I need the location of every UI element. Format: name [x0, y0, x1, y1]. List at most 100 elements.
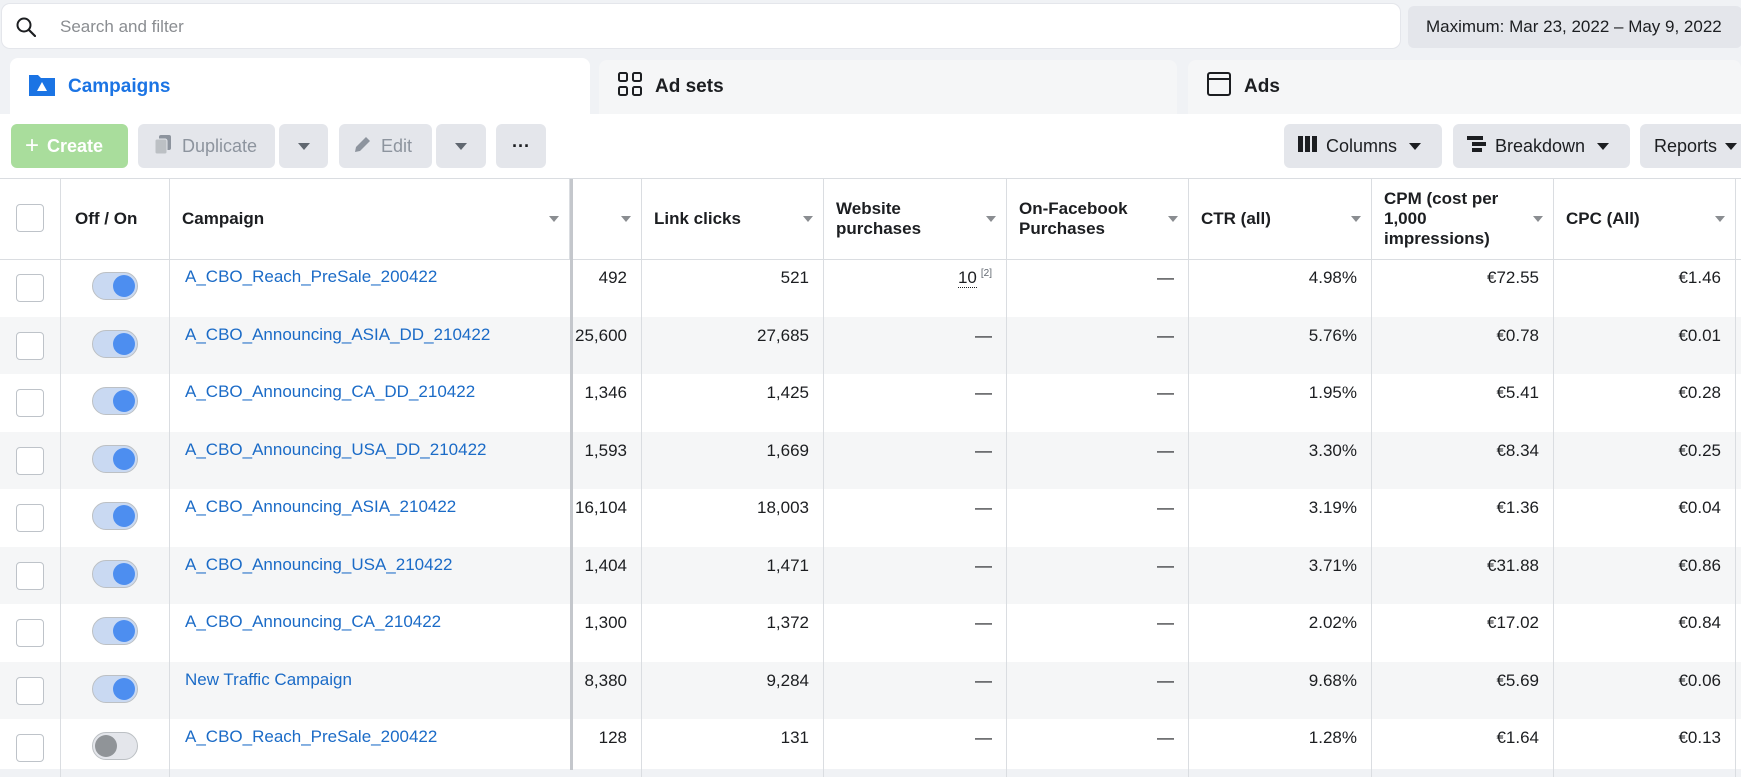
campaign-toggle[interactable]: [92, 674, 138, 703]
cell-website-purchases: —: [824, 604, 1007, 662]
breakdown-button[interactable]: Breakdown: [1453, 124, 1630, 168]
campaign-name-link[interactable]: A_CBO_Announcing_ASIA_210422: [185, 497, 456, 517]
more-options-button[interactable]: ···: [496, 124, 546, 168]
row-checkbox[interactable]: [16, 446, 44, 475]
sort-caret-icon[interactable]: [986, 216, 996, 222]
row-checkbox[interactable]: [16, 331, 44, 360]
table-row[interactable]: A_CBO_Announcing_ASIA_210422 16,104 18,003…: [0, 489, 1741, 547]
cell-fb-purchases: —: [1007, 604, 1189, 662]
cell-value: €0.13: [1678, 728, 1721, 747]
search-input[interactable]: [58, 4, 1362, 50]
cell-value: 1,372: [766, 613, 809, 632]
sort-caret-icon[interactable]: [1351, 216, 1361, 222]
table-row[interactable]: A_CBO_Reach_PreSale_200422 128 131 — — 1.28% €…: [0, 719, 1741, 777]
cell-value: €5.69: [1496, 670, 1539, 690]
campaign-toggle[interactable]: [92, 329, 138, 358]
campaign-toggle[interactable]: [92, 272, 138, 300]
cell-value: —: [975, 728, 992, 747]
tab-ads[interactable]: Ads: [1188, 60, 1741, 114]
cell-cpm: €1.36: [1372, 489, 1554, 547]
select-cell: [0, 661, 61, 719]
cell-value: 3.71%: [1308, 555, 1357, 575]
edit-dropdown-button[interactable]: [436, 124, 486, 168]
search-icon[interactable]: [16, 17, 37, 38]
duplicate-button[interactable]: Duplicate: [138, 124, 275, 168]
more-icon: ···: [512, 135, 530, 156]
select-all-checkbox[interactable]: [16, 204, 44, 232]
table-row[interactable]: A_CBO_Announcing_CA_210422 1,300 1,372 — — 2.…: [0, 604, 1741, 662]
campaign-toggle[interactable]: [92, 732, 138, 760]
duplicate-dropdown-button[interactable]: [279, 124, 328, 168]
footnote-marker[interactable]: [2]: [981, 268, 992, 279]
sort-caret-icon[interactable]: [1715, 216, 1725, 222]
header-cpc[interactable]: CPC (All): [1554, 179, 1736, 259]
toggle-knob: [95, 735, 117, 757]
cell-ctr: 2.02%: [1189, 604, 1372, 662]
table-row[interactable]: A_CBO_Announcing_USA_210422 1,404 1,471 — — 3…: [0, 546, 1741, 604]
create-button[interactable]: + Create: [11, 124, 128, 168]
campaign-toggle[interactable]: [92, 559, 138, 588]
campaign-name-link[interactable]: New Traffic Campaign: [185, 670, 352, 690]
campaign-toggle[interactable]: [92, 617, 138, 645]
cell-value: 5.76%: [1308, 325, 1357, 345]
sort-caret-icon[interactable]: [549, 216, 559, 222]
cell-value: €1.36: [1496, 498, 1539, 517]
header-cpm[interactable]: CPM (cost per 1,000 impressions): [1372, 179, 1554, 259]
campaign-name-link[interactable]: A_CBO_Reach_PreSale_200422: [185, 727, 437, 747]
chevron-down-icon: [1409, 142, 1422, 150]
toggle-cell: [61, 489, 170, 547]
campaign-name-link[interactable]: A_CBO_Reach_PreSale_200422: [185, 267, 437, 287]
campaign-toggle[interactable]: [92, 444, 138, 473]
campaign-toggle[interactable]: [92, 387, 138, 415]
campaign-name-link[interactable]: A_CBO_Announcing_CA_210422: [185, 612, 441, 632]
sort-caret-icon[interactable]: [803, 216, 813, 222]
frozen-column-divider[interactable]: [570, 179, 573, 770]
tab-ad-sets[interactable]: Ad sets: [599, 60, 1177, 114]
select-cell: [0, 604, 61, 662]
duplicate-label: Duplicate: [182, 135, 258, 156]
header-on-facebook-purchases[interactable]: On-Facebook Purchases: [1007, 179, 1189, 259]
date-range-picker[interactable]: Maximum: Mar 23, 2022 – May 9, 2022: [1408, 6, 1741, 48]
campaign-cell: A_CBO_Announcing_ASIA_210422: [170, 489, 570, 547]
cell-cpm: €5.69: [1372, 661, 1554, 719]
header-metric[interactable]: [573, 179, 642, 259]
campaign-name-link[interactable]: A_CBO_Announcing_USA_DD_210422: [185, 440, 486, 460]
campaign-name-link[interactable]: A_CBO_Announcing_ASIA_DD_210422: [185, 325, 490, 345]
cell-metric: 1,404: [573, 546, 642, 604]
table-row[interactable]: New Traffic Campaign 8,380 9,284 — — 9.68% €5.…: [0, 661, 1741, 719]
sort-caret-icon[interactable]: [621, 216, 631, 222]
campaign-toggle[interactable]: [92, 502, 138, 530]
table-row[interactable]: A_CBO_Reach_PreSale_200422 492 521 10 [2] — 4.…: [0, 259, 1741, 317]
row-checkbox[interactable]: [16, 274, 44, 302]
row-checkbox[interactable]: [16, 734, 44, 762]
header-ctr[interactable]: CTR (all): [1189, 179, 1372, 259]
sort-caret-icon[interactable]: [1533, 216, 1543, 222]
edit-button[interactable]: Edit: [339, 124, 432, 168]
cell-website-purchases: —: [824, 431, 1007, 489]
header-link-clicks[interactable]: Link clicks: [642, 179, 824, 259]
row-checkbox[interactable]: [16, 619, 44, 647]
columns-button[interactable]: Columns: [1284, 124, 1442, 168]
row-checkbox[interactable]: [16, 504, 44, 532]
cell-fb-purchases: —: [1007, 259, 1189, 317]
row-checkbox[interactable]: [16, 561, 44, 590]
cell-cpm: €17.02: [1372, 604, 1554, 662]
table-row[interactable]: A_CBO_Announcing_USA_DD_210422 1,593 1,669…: [0, 431, 1741, 489]
table-row[interactable]: A_CBO_Announcing_CA_DD_210422 1,346 1,425 —…: [0, 374, 1741, 432]
cell-value: 10: [957, 268, 977, 288]
header-website-purchases[interactable]: Website purchases: [824, 179, 1007, 259]
row-checkbox[interactable]: [16, 676, 44, 705]
cell-value: —: [975, 440, 992, 460]
tab-campaigns[interactable]: Campaigns: [10, 58, 590, 116]
reports-button[interactable]: Reports: [1640, 124, 1741, 168]
table-row[interactable]: A_CBO_Announcing_ASIA_DD_210422 25,600 27,…: [0, 316, 1741, 374]
row-checkbox[interactable]: [16, 389, 44, 417]
plus-icon: +: [25, 132, 40, 159]
cell-value: —: [1157, 383, 1174, 402]
campaign-name-link[interactable]: A_CBO_Announcing_USA_210422: [185, 555, 452, 575]
campaign-name-link[interactable]: A_CBO_Announcing_CA_DD_210422: [185, 382, 475, 402]
sort-caret-icon[interactable]: [1168, 216, 1178, 222]
toggle-cell: [61, 316, 170, 374]
cell-value: €0.06: [1678, 670, 1721, 690]
header-campaign[interactable]: Campaign: [170, 179, 570, 259]
